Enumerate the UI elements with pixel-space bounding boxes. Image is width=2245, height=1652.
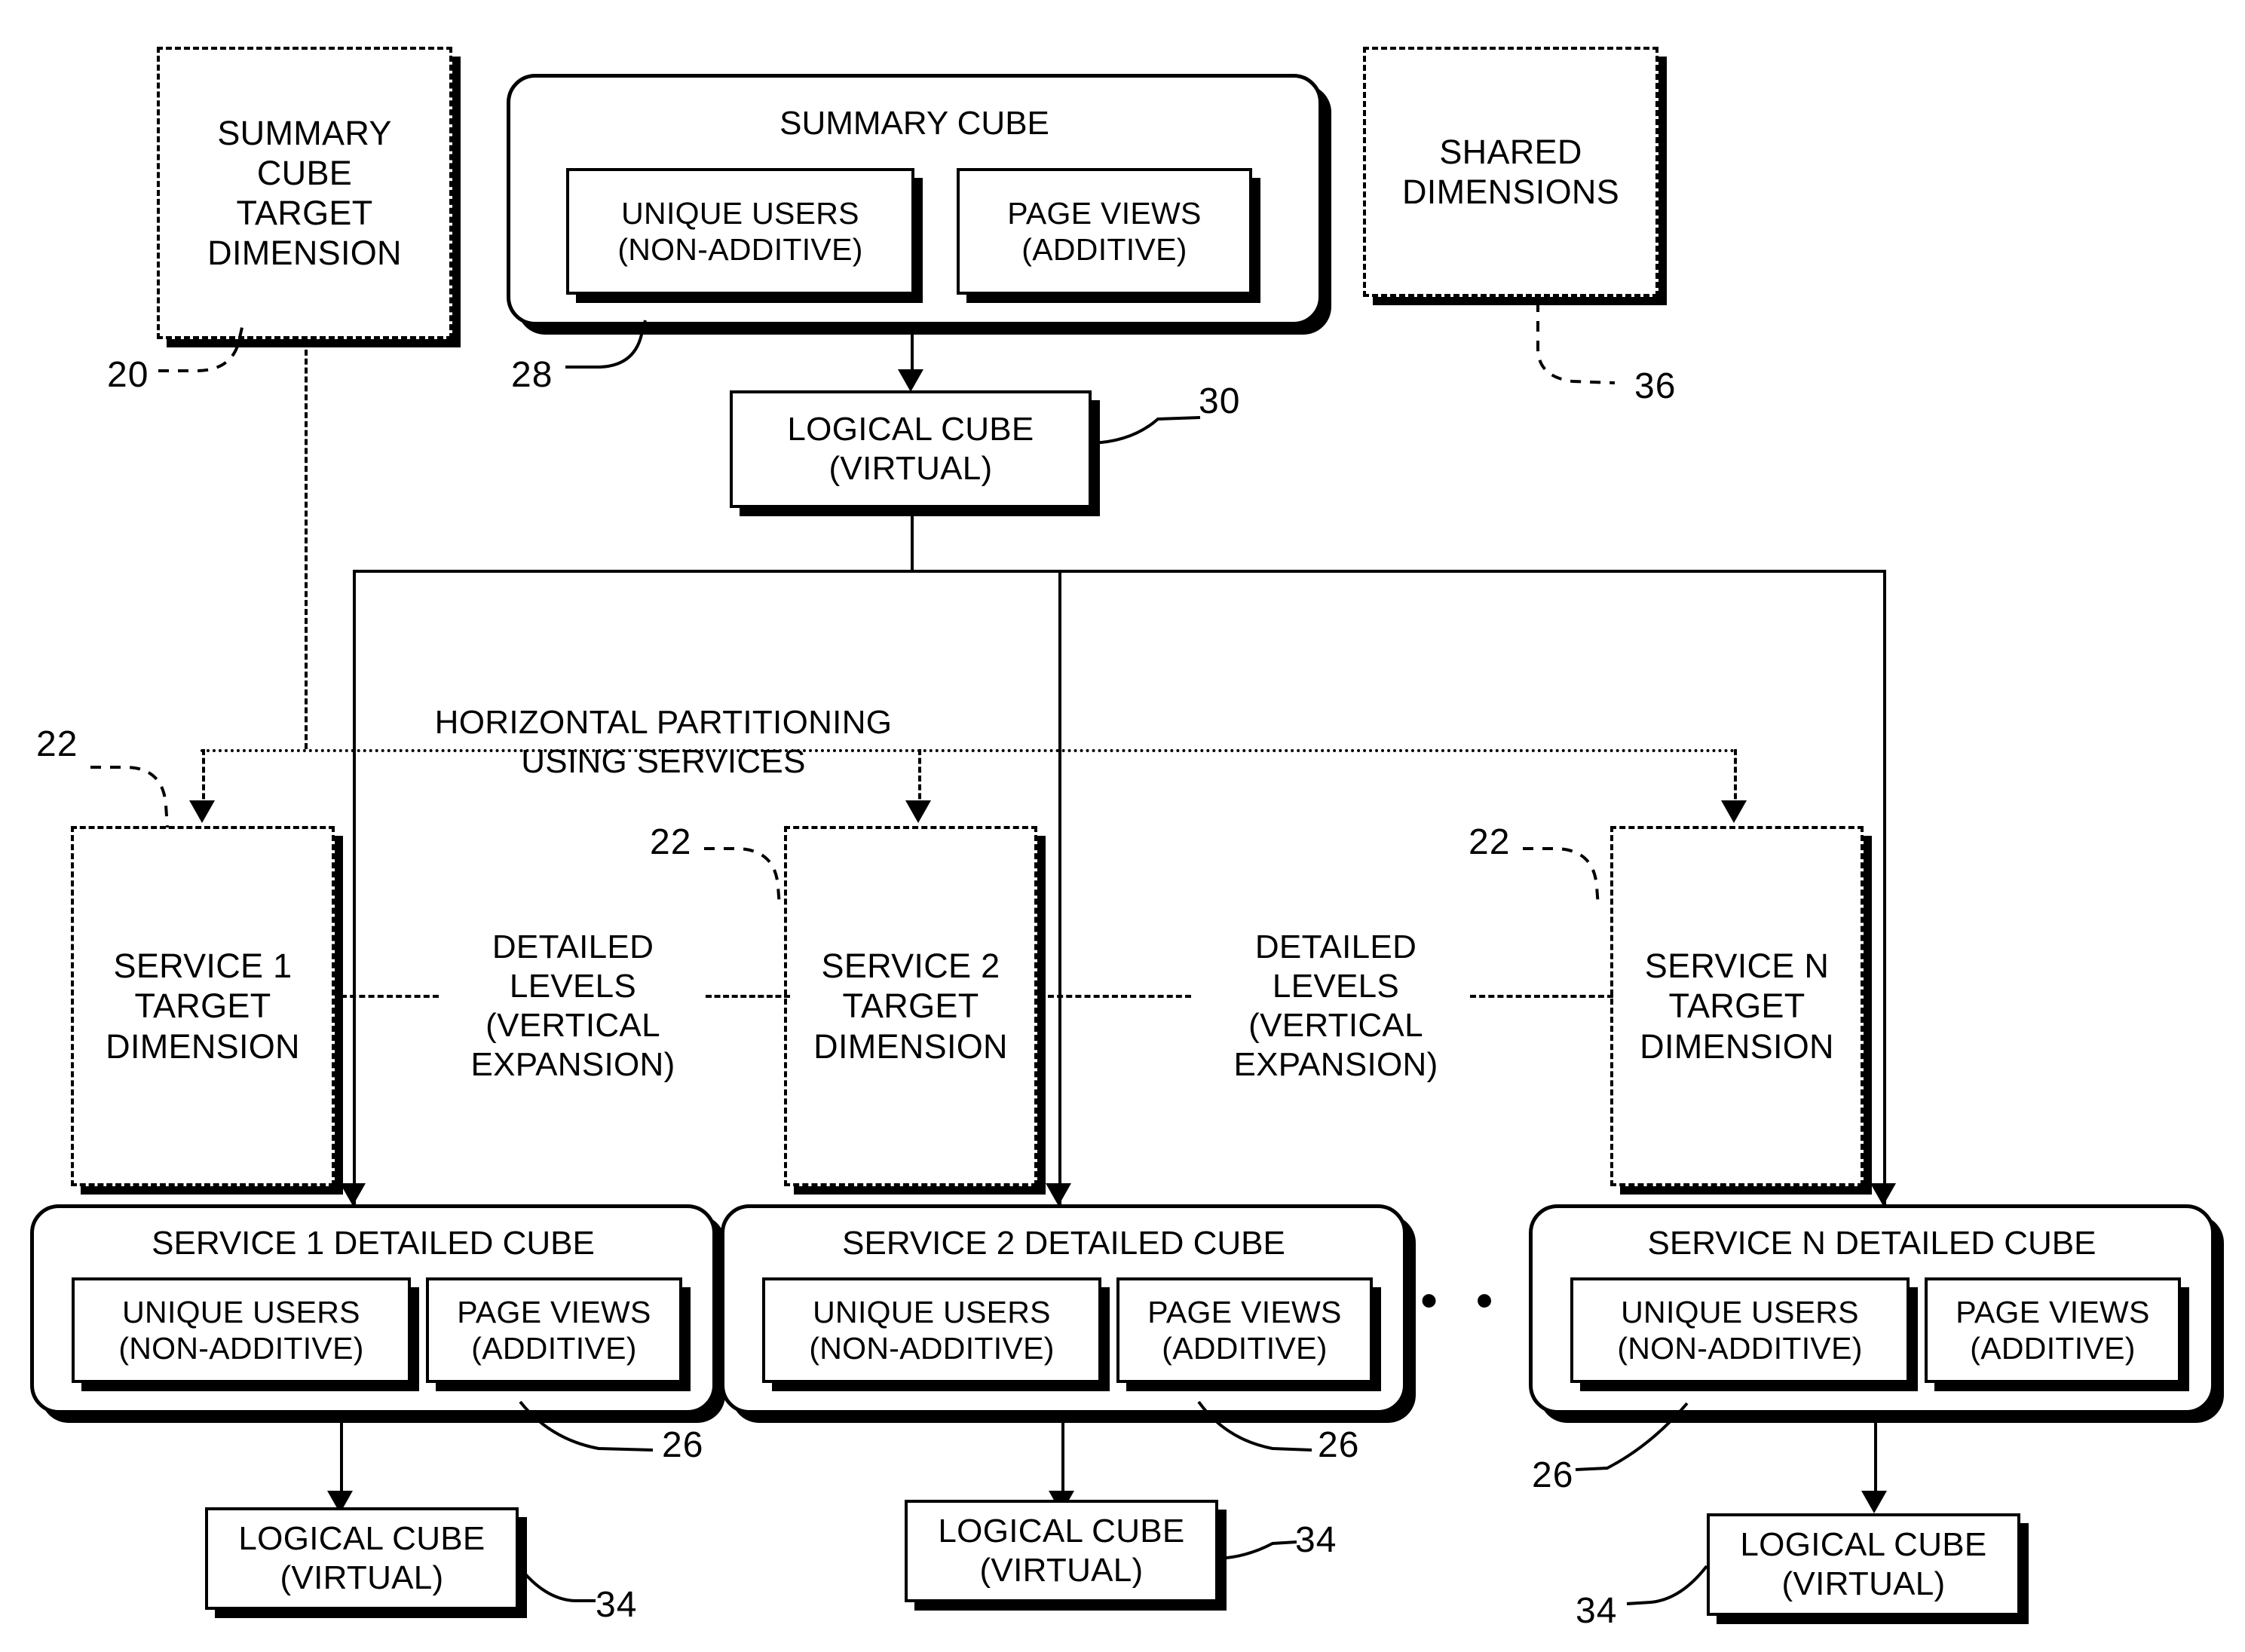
measure-box-unique-users: UNIQUE USERS (NON-ADDITIVE) (762, 1277, 1101, 1383)
bus-drop-service-1 (353, 570, 356, 1207)
measure-label: UNIQUE USERS (NON-ADDITIVE) (617, 195, 863, 267)
reference-number-26-c: 26 (1532, 1455, 1574, 1495)
measure-box-unique-users: UNIQUE USERS (NON-ADDITIVE) (566, 168, 914, 295)
arrowhead-down (1861, 1491, 1887, 1513)
node-label: SERVICE 1 DETAILED CUBE (152, 1225, 595, 1262)
node-shared-dimensions: SHARED DIMENSIONS (1363, 47, 1658, 297)
node-label: SERVICE N DETAILED CUBE (1647, 1225, 2096, 1262)
measure-label: PAGE VIEWS (ADDITIVE) (1956, 1294, 2150, 1366)
reference-number-22-b: 22 (650, 822, 692, 862)
leader-line-22-a (90, 766, 169, 828)
node-logical-cube-bottom-2: LOGICAL CUBE (VIRTUAL) (905, 1500, 1218, 1602)
node-service-2-target-dimension: SERVICE 2 TARGET DIMENSION (784, 826, 1037, 1186)
reference-number-22-c: 22 (1469, 822, 1511, 862)
bus-drop-service-2 (1058, 570, 1061, 1207)
node-label: SERVICE 1 TARGET DIMENSION (106, 947, 300, 1066)
free-text-label: DETAILED LEVELS (VERTICAL EXPANSION) (1233, 928, 1438, 1083)
measure-label: PAGE VIEWS (ADDITIVE) (1007, 195, 1202, 267)
node-label: LOGICAL CUBE (VIRTUAL) (787, 411, 1034, 487)
dim-feed-from-summary-target (305, 341, 308, 749)
vertical-expansion-link-2 (706, 995, 790, 998)
free-text-label: HORIZONTAL PARTITIONING USING SERVICES (434, 704, 893, 780)
bus-drop-service-n (1883, 570, 1886, 1207)
measure-box-page-views: PAGE VIEWS (ADDITIVE) (1925, 1277, 2181, 1383)
node-label: LOGICAL CUBE (VIRTUAL) (238, 1520, 485, 1596)
node-label: LOGICAL CUBE (VIRTUAL) (938, 1513, 1185, 1589)
connector-cube1-to-logical (340, 1412, 343, 1500)
node-label: LOGICAL CUBE (VIRTUAL) (1740, 1526, 1987, 1602)
leader-line-34-a (517, 1565, 596, 1602)
node-service-1-target-dimension: SERVICE 1 TARGET DIMENSION (71, 826, 335, 1186)
label-detailed-levels-1: DETAILED LEVELS (VERTICAL EXPANSION) (430, 904, 716, 1108)
reference-number-20: 20 (107, 355, 149, 395)
measure-label: UNIQUE USERS (NON-ADDITIVE) (1617, 1294, 1863, 1366)
leader-line-22-c (1523, 847, 1600, 907)
node-label: SERVICE N TARGET DIMENSION (1640, 947, 1834, 1066)
node-service-n-target-dimension: SERVICE N TARGET DIMENSION (1610, 826, 1864, 1186)
node-label: SUMMARY CUBE (779, 105, 1049, 142)
measure-box-page-views: PAGE VIEWS (ADDITIVE) (1116, 1277, 1373, 1383)
node-label: SUMMARY CUBE TARGET DIMENSION (207, 113, 402, 273)
reference-number-34-c: 34 (1576, 1591, 1618, 1631)
connector-cuben-to-logical (1874, 1412, 1877, 1500)
label-detailed-levels-2: DETAILED LEVELS (VERTICAL EXPANSION) (1193, 904, 1479, 1108)
node-service-2-detailed-cube: SERVICE 2 DETAILED CUBE UNIQUE USERS (NO… (721, 1204, 1407, 1414)
leader-line-26-a (519, 1400, 654, 1452)
node-summary-cube-target-dimension: SUMMARY CUBE TARGET DIMENSION (157, 47, 452, 339)
node-service-1-detailed-cube: SERVICE 1 DETAILED CUBE UNIQUE USERS (NO… (30, 1204, 716, 1414)
arrowhead-down (340, 1183, 366, 1206)
vertical-expansion-link-1 (341, 995, 439, 998)
measure-box-unique-users: UNIQUE USERS (NON-ADDITIVE) (72, 1277, 411, 1383)
node-logical-cube-bottom-1: LOGICAL CUBE (VIRTUAL) (205, 1507, 519, 1610)
vertical-expansion-link-4 (1470, 995, 1613, 998)
reference-number-28: 28 (511, 355, 553, 395)
leader-line-26-b (1197, 1400, 1312, 1452)
node-summary-cube: SUMMARY CUBE UNIQUE USERS (NON-ADDITIVE)… (507, 74, 1322, 326)
measure-box-page-views: PAGE VIEWS (ADDITIVE) (426, 1277, 682, 1383)
leader-line-34-b (1217, 1540, 1297, 1560)
arrowhead-down (1046, 1183, 1071, 1206)
measure-label: PAGE VIEWS (ADDITIVE) (457, 1294, 651, 1366)
arrowhead-down (905, 800, 931, 823)
measure-label: UNIQUE USERS (NON-ADDITIVE) (118, 1294, 364, 1366)
leader-line-26-c (1575, 1402, 1689, 1471)
reference-number-22-a: 22 (36, 724, 78, 764)
vertical-expansion-link-3 (1048, 995, 1191, 998)
bus-horizontal (353, 570, 1886, 573)
leader-line-22-b (704, 847, 781, 907)
connector-cube2-to-logical (1061, 1412, 1064, 1500)
arrowhead-down (1721, 800, 1747, 823)
node-label: SERVICE 2 TARGET DIMENSION (813, 947, 1008, 1066)
free-text-label: DETAILED LEVELS (VERTICAL EXPANSION) (470, 928, 675, 1083)
node-service-n-detailed-cube: SERVICE N DETAILED CUBE UNIQUE USERS (NO… (1529, 1204, 2215, 1414)
leader-line-34-c (1626, 1565, 1708, 1605)
arrowhead-down (898, 369, 923, 392)
connector-logical-to-bus (911, 509, 914, 571)
patent-figure-canvas: SUMMARY CUBE TARGET DIMENSION SUMMARY CU… (0, 0, 2245, 1652)
leader-line-28 (565, 320, 647, 369)
measure-label: UNIQUE USERS (NON-ADDITIVE) (809, 1294, 1055, 1366)
measure-label: PAGE VIEWS (ADDITIVE) (1147, 1294, 1342, 1366)
node-logical-cube-top: LOGICAL CUBE (VIRTUAL) (730, 390, 1092, 508)
leader-line-30 (1091, 416, 1201, 445)
measure-box-unique-users: UNIQUE USERS (NON-ADDITIVE) (1570, 1277, 1910, 1383)
node-label: SERVICE 2 DETAILED CUBE (842, 1225, 1285, 1262)
label-horizontal-partitioning: HORIZONTAL PARTITIONING USING SERVICES (377, 701, 950, 784)
node-label: SHARED DIMENSIONS (1401, 132, 1620, 211)
leader-line-36 (1536, 301, 1616, 384)
measure-box-page-views: PAGE VIEWS (ADDITIVE) (957, 168, 1252, 295)
leader-line-20 (158, 323, 244, 372)
arrowhead-down (1870, 1183, 1896, 1206)
node-logical-cube-bottom-3: LOGICAL CUBE (VIRTUAL) (1707, 1513, 2020, 1616)
dim-feed-service-n (1734, 749, 1737, 808)
